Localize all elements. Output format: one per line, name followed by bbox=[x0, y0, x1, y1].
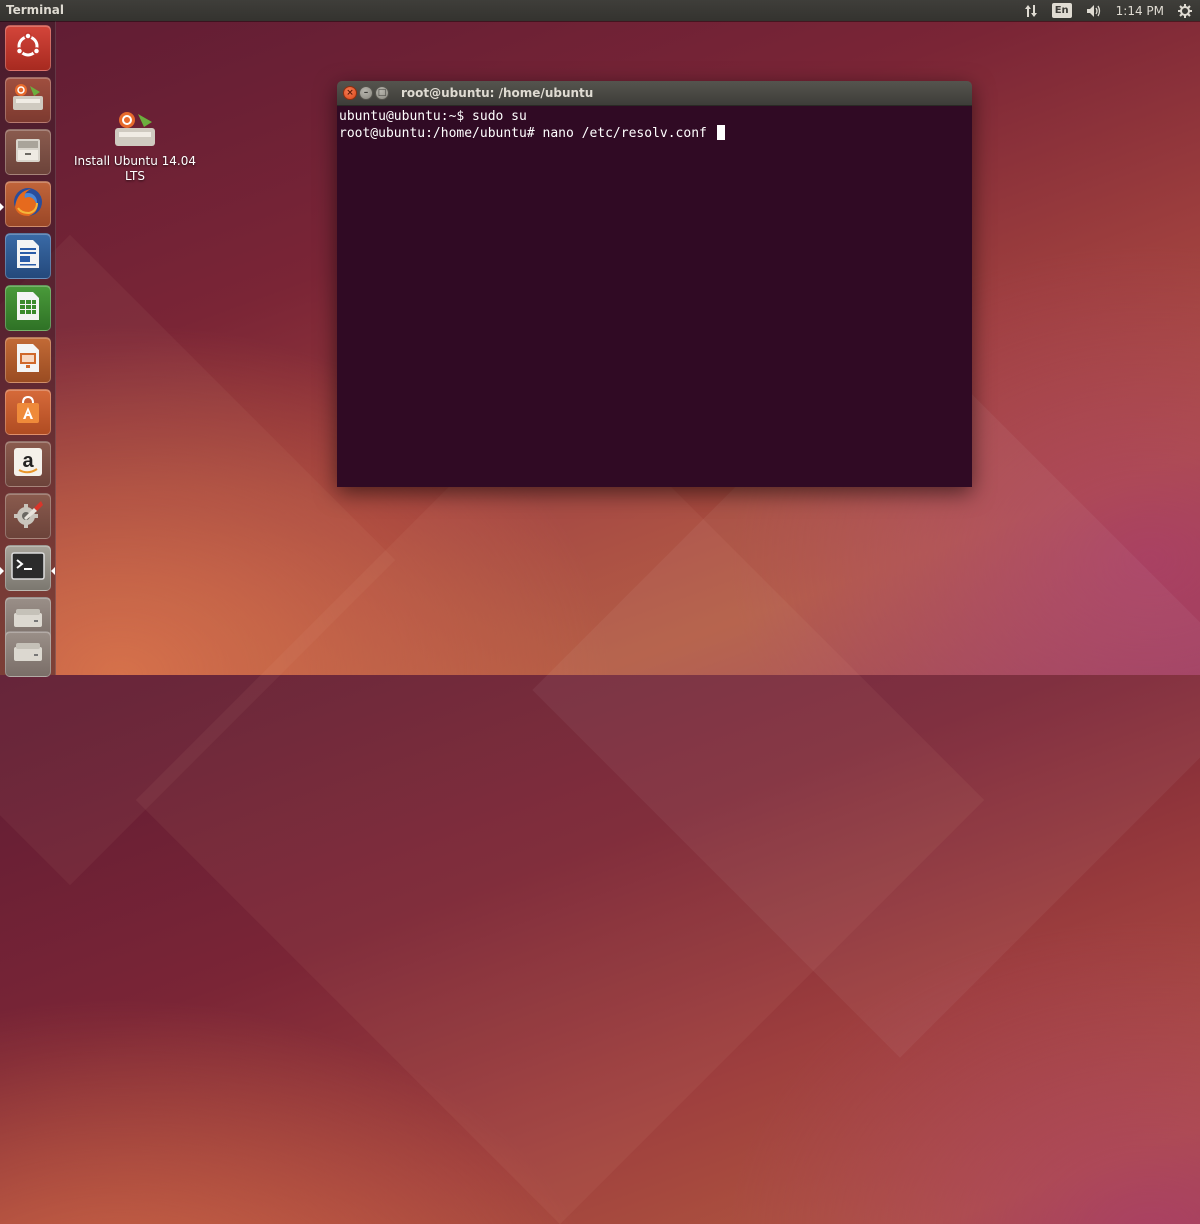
terminal-output[interactable]: ubuntu@ubuntu:~$ sudo su root@ubuntu:/ho… bbox=[337, 106, 972, 487]
writer-document-icon bbox=[14, 238, 42, 274]
window-titlebar[interactable]: × – □ root@ubuntu: /home/ubuntu bbox=[337, 81, 972, 106]
launcher-libreoffice-writer[interactable] bbox=[5, 233, 51, 279]
launcher-libreoffice-impress[interactable] bbox=[5, 337, 51, 383]
clock[interactable]: 1:14 PM bbox=[1116, 4, 1164, 18]
minimize-icon: – bbox=[363, 87, 369, 98]
launcher-drive-2[interactable] bbox=[5, 631, 51, 677]
window-title: root@ubuntu: /home/ubuntu bbox=[401, 86, 594, 100]
impress-presentation-icon bbox=[14, 342, 42, 378]
minimize-button[interactable]: – bbox=[359, 86, 373, 100]
launcher-terminal[interactable] bbox=[5, 545, 51, 591]
maximize-button[interactable]: □ bbox=[375, 86, 389, 100]
desktop-install-ubuntu-icon[interactable]: Install Ubuntu 14.04 LTS bbox=[70, 108, 200, 184]
terminal-line: root@ubuntu:/home/ubuntu# nano /etc/reso… bbox=[339, 125, 970, 142]
text-cursor bbox=[716, 125, 725, 140]
installer-icon bbox=[10, 82, 46, 118]
installer-icon bbox=[70, 108, 200, 152]
launcher-firefox[interactable] bbox=[5, 181, 51, 227]
svg-text:a: a bbox=[22, 450, 34, 472]
desktop-icon-label: Install Ubuntu 14.04 LTS bbox=[73, 154, 197, 183]
shopping-bag-icon bbox=[13, 394, 43, 430]
top-panel: Terminal En 1:14 PM bbox=[0, 0, 1200, 21]
language-badge: En bbox=[1051, 3, 1072, 18]
close-button[interactable]: × bbox=[343, 86, 357, 100]
launcher-install-ubuntu[interactable] bbox=[5, 77, 51, 123]
terminal-icon bbox=[11, 552, 45, 584]
indicator-area: En 1:14 PM bbox=[1024, 0, 1192, 21]
launcher-dash-home[interactable] bbox=[5, 25, 51, 71]
amazon-icon: a bbox=[12, 446, 44, 482]
file-cabinet-icon bbox=[13, 135, 43, 169]
launcher-system-settings[interactable] bbox=[5, 493, 51, 539]
network-arrows-icon[interactable] bbox=[1024, 0, 1038, 21]
terminal-line-text: root@ubuntu:/home/ubuntu# nano /etc/reso… bbox=[339, 126, 715, 141]
launcher-amazon[interactable]: a bbox=[5, 441, 51, 487]
drive-icon bbox=[12, 639, 44, 669]
terminal-line: ubuntu@ubuntu:~$ sudo su bbox=[339, 109, 527, 124]
launcher-libreoffice-calc[interactable] bbox=[5, 285, 51, 331]
session-gear-icon[interactable] bbox=[1178, 0, 1192, 21]
firefox-icon bbox=[11, 185, 45, 223]
close-icon: × bbox=[346, 87, 354, 98]
volume-icon[interactable] bbox=[1086, 0, 1102, 21]
settings-wrench-icon bbox=[12, 498, 44, 534]
ubuntu-logo-icon bbox=[13, 31, 43, 65]
launcher-files[interactable] bbox=[5, 129, 51, 175]
app-title: Terminal bbox=[6, 3, 65, 17]
launcher-ubuntu-software-center[interactable] bbox=[5, 389, 51, 435]
launcher: a bbox=[0, 21, 56, 677]
terminal-window[interactable]: × – □ root@ubuntu: /home/ubuntu ubuntu@u… bbox=[337, 81, 972, 487]
keyboard-language-icon[interactable]: En bbox=[1051, 0, 1072, 21]
maximize-icon: □ bbox=[377, 87, 387, 98]
calc-spreadsheet-icon bbox=[14, 290, 42, 326]
